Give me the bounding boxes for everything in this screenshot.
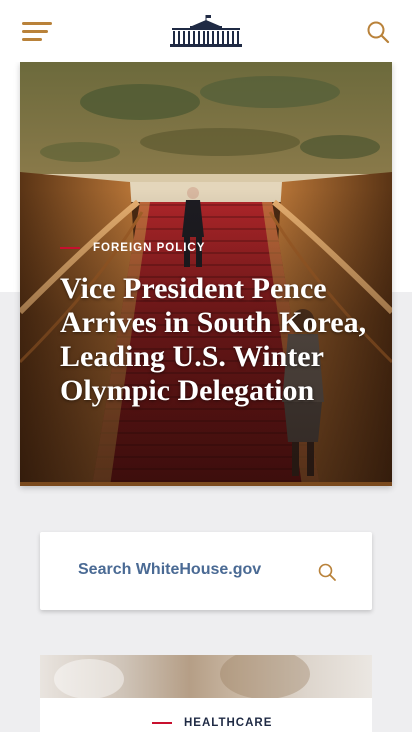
category-accent-rule [60, 247, 80, 249]
hero-category-label[interactable]: FOREIGN POLICY [93, 242, 205, 254]
search-input[interactable]: Search WhiteHouse.gov [78, 561, 261, 579]
hero-title[interactable]: Vice President Pence Arrives in South Ko… [60, 272, 370, 408]
search-icon[interactable] [317, 562, 337, 582]
story-card-category-label[interactable]: HEALTHCARE [184, 717, 272, 729]
search-icon[interactable] [366, 20, 390, 44]
story-card-image [40, 655, 372, 699]
site-search-box[interactable]: Search WhiteHouse.gov [40, 532, 372, 610]
story-card-body: HEALTHCARE [40, 698, 372, 732]
white-house-logo[interactable] [170, 14, 242, 48]
hero-story-card[interactable]: FOREIGN POLICY Vice President Pence Arri… [20, 62, 392, 486]
story-card[interactable]: HEALTHCARE [40, 655, 372, 732]
story-card-category[interactable]: HEALTHCARE [152, 717, 272, 729]
page: FOREIGN POLICY Vice President Pence Arri… [0, 0, 412, 732]
site-header [0, 0, 412, 62]
hamburger-menu-icon[interactable] [22, 20, 54, 42]
hero-category[interactable]: FOREIGN POLICY [60, 242, 205, 254]
hero-bottom-border [20, 482, 392, 486]
category-accent-rule [152, 722, 172, 724]
